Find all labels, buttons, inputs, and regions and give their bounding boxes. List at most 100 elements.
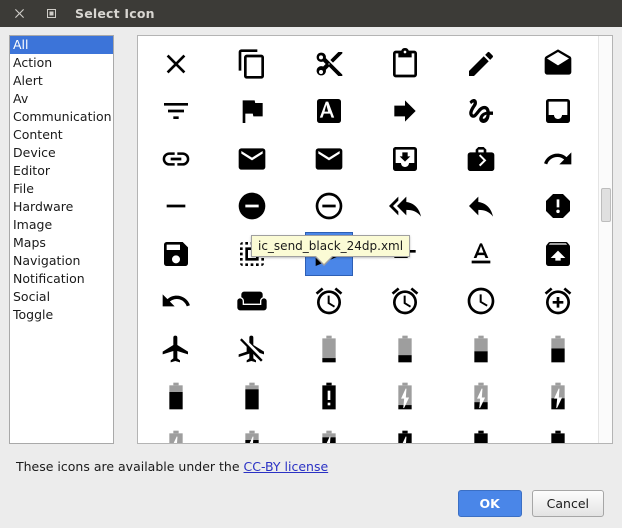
category-item-device[interactable]: Device [10,144,113,162]
icon-cell-battery-50[interactable] [443,325,519,373]
icon-cell-filter-list[interactable] [138,88,214,136]
icon-cell-battery-20[interactable] [291,325,367,373]
icon-cell-flag[interactable] [214,88,290,136]
icon-cell-battery-charging-50[interactable] [519,373,595,421]
icon-cell-add-alarm[interactable] [519,278,595,326]
category-item-communication[interactable]: Communication [10,108,113,126]
icon-cell-markunread[interactable] [291,135,367,183]
icon-cell-move-to-inbox[interactable] [367,135,443,183]
icon-cell-airplanemode-active[interactable] [138,325,214,373]
mail-icon [228,137,276,181]
icon-cell-next-week[interactable] [443,135,519,183]
icon-cell-drafts[interactable] [519,40,595,88]
category-item-editor[interactable]: Editor [10,162,113,180]
category-item-image[interactable]: Image [10,216,113,234]
category-item-file[interactable]: File [10,180,113,198]
grid-scrollbar-thumb[interactable] [601,188,611,222]
category-item-action[interactable]: Action [10,54,113,72]
drafts-icon [534,42,582,86]
battery-alert-icon [305,374,353,418]
icon-cell-save[interactable] [138,230,214,278]
icon-cell-remove[interactable] [138,183,214,231]
icon-cell-close[interactable] [138,40,214,88]
category-item-alert[interactable]: Alert [10,72,113,90]
icon-cell-battery-90[interactable] [214,373,290,421]
grid-vertical-scrollbar[interactable] [598,36,612,443]
add-alarm-icon [534,279,582,323]
category-item-notification[interactable]: Notification [10,270,113,288]
battery-90-icon [228,374,276,418]
category-item-hardware[interactable]: Hardware [10,198,113,216]
icon-cell-battery-charging-30[interactable] [443,373,519,421]
tooltip-arrow [316,256,332,264]
gesture-icon [457,89,505,133]
battery-charging-80-icon [228,422,276,443]
icon-cell-battery-charging-60[interactable] [138,420,214,443]
cancel-button[interactable]: Cancel [531,490,604,517]
icon-cell-access-time[interactable] [443,278,519,326]
battery-full-icon [457,422,505,443]
icon-cell-battery-charging-full[interactable] [367,420,443,443]
airplanemode-active-icon [152,327,200,371]
battery-20-icon [305,327,353,371]
category-item-content[interactable]: Content [10,126,113,144]
ok-button[interactable]: OK [457,490,522,517]
icon-cell-access-alarm[interactable] [291,278,367,326]
access-alarm-icon [305,279,353,323]
icon-cell-remove-circle-outline[interactable] [291,183,367,231]
icon-cell-link[interactable] [138,135,214,183]
create-pencil-icon [457,42,505,86]
icon-cell-mail[interactable] [214,135,290,183]
category-item-social[interactable]: Social [10,288,113,306]
icon-filename-tooltip: ic_send_black_24dp.xml [251,235,411,266]
icon-cell-battery-alert[interactable] [291,373,367,421]
close-icon[interactable] [9,4,29,24]
reply-all-icon [381,184,429,228]
icon-cell-content-paste[interactable] [367,40,443,88]
undo-icon [152,279,200,323]
icon-cell-reply[interactable] [443,183,519,231]
unarchive-icon [534,232,582,276]
icon-cell-report[interactable] [519,183,595,231]
icon-cell-content-copy[interactable] [214,40,290,88]
icon-cell-battery-charging-90[interactable] [291,420,367,443]
save-icon [152,232,200,276]
icon-cell-redo[interactable] [519,135,595,183]
icon-cell-undo[interactable] [138,278,214,326]
select-icon-dialog: Select Icon All Action Alert Av Communicatio… [0,0,622,528]
icon-cell-inbox[interactable] [519,88,595,136]
icon-cell-access-alarms[interactable] [367,278,443,326]
icon-cell-remove-circle[interactable] [214,183,290,231]
category-item-navigation[interactable]: Navigation [10,252,113,270]
category-item-maps[interactable]: Maps [10,234,113,252]
category-item-all[interactable]: All [10,36,113,54]
remove-icon [152,184,200,228]
icon-cell-battery-full[interactable] [443,420,519,443]
icon-cell-battery-60[interactable] [519,325,595,373]
maximize-icon[interactable] [41,4,61,24]
icon-cell-battery-std[interactable] [519,420,595,443]
icon-cell-weekend[interactable] [214,278,290,326]
category-item-av[interactable]: Av [10,90,113,108]
redo-icon [534,137,582,181]
category-item-toggle[interactable]: Toggle [10,306,113,324]
icon-cell-forward[interactable] [367,88,443,136]
content-copy-icon [228,42,276,86]
inbox-icon [534,89,582,133]
icon-cell-gesture[interactable] [443,88,519,136]
icon-cell-airplanemode-inactive[interactable] [214,325,290,373]
icon-cell-unarchive[interactable] [519,230,595,278]
icon-cell-content-cut[interactable] [291,40,367,88]
license-row: These icons are available under the CC-B… [9,444,613,488]
icon-cell-battery-charging-80[interactable] [214,420,290,443]
icon-cell-reply-all[interactable] [367,183,443,231]
icon-cell-text-format[interactable] [443,230,519,278]
category-list[interactable]: All Action Alert Av Communication Content Devi… [9,35,114,444]
icon-cell-create-pencil[interactable] [443,40,519,88]
cc-by-license-link[interactable]: CC-BY license [244,459,329,474]
icon-cell-battery-30[interactable] [367,325,443,373]
icon-cell-font-download[interactable] [291,88,367,136]
icon-cell-battery-charging-20[interactable] [367,373,443,421]
access-time-icon [457,279,505,323]
icon-cell-battery-80[interactable] [138,373,214,421]
